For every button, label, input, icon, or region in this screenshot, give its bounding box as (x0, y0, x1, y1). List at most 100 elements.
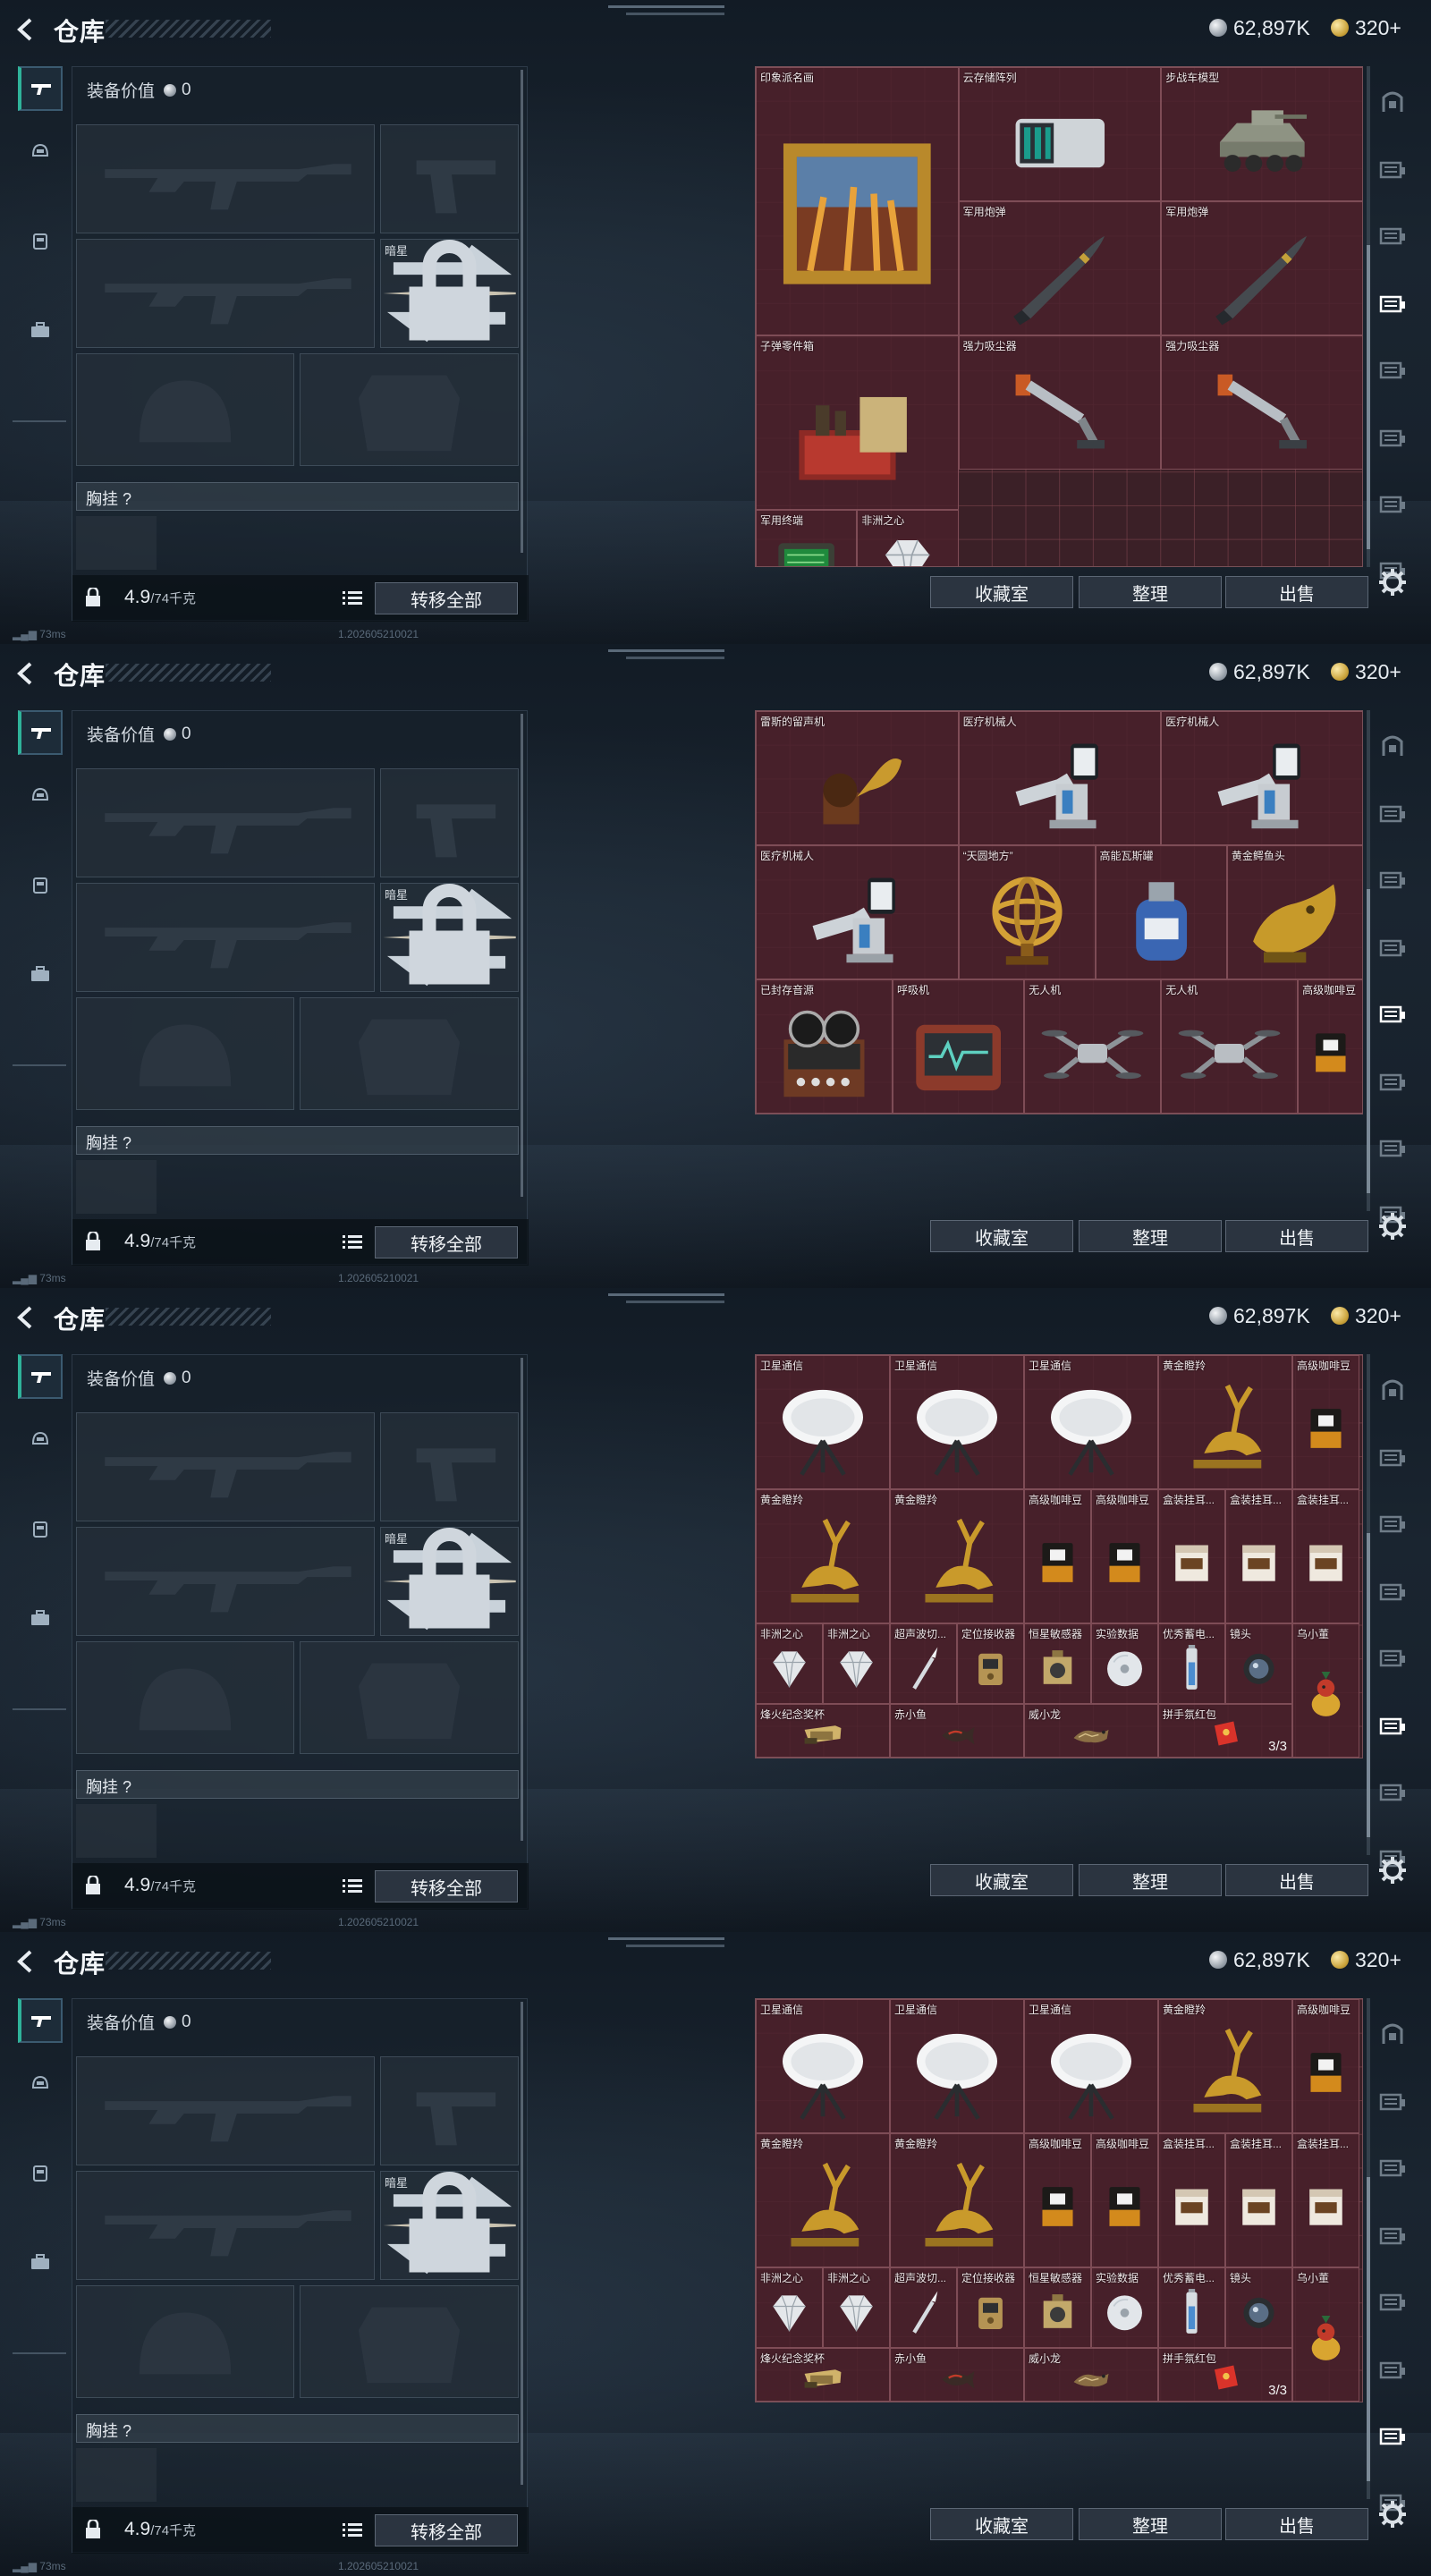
stash-item[interactable]: 子弹零件箱 (756, 335, 959, 510)
pistol-slot[interactable] (380, 1412, 519, 1521)
stash-item[interactable]: 实验数据 (1091, 2267, 1158, 2348)
stash-item[interactable]: 医疗机械人 (756, 845, 959, 979)
secondary-weapon-slot[interactable] (76, 2171, 375, 2280)
nav-weapons[interactable] (18, 1354, 63, 1399)
stash-tab-5[interactable] (1374, 2284, 1411, 2322)
gold-currency[interactable]: 320+ (1331, 14, 1401, 41)
stash-item[interactable]: 盒装挂耳... (1292, 1489, 1359, 1623)
silver-currency[interactable]: 62,897K (1209, 14, 1310, 41)
helmet-slot[interactable] (76, 2285, 294, 2398)
stash-item[interactable]: 拼手氛红包 3/3 (1158, 1704, 1292, 1758)
nav-case[interactable] (18, 308, 63, 352)
silver-currency[interactable]: 62,897K (1209, 1302, 1310, 1329)
stash-item[interactable]: 盒装挂耳... (1158, 2133, 1225, 2267)
stash-tab-1[interactable] (1374, 1370, 1411, 1408)
stash-item[interactable]: 黄金瞪羚 (756, 1489, 890, 1623)
nav-case[interactable] (18, 952, 63, 996)
stash-item[interactable]: 非洲之心 (756, 2267, 823, 2348)
list-icon[interactable] (343, 1878, 362, 1894)
pistol-slot[interactable] (380, 124, 519, 233)
collection-room-button[interactable]: 收藏室 (930, 1220, 1073, 1252)
stash-item[interactable]: 强力吸尘器 (958, 335, 1162, 470)
stash-item[interactable]: 高能瓦斯罐 (1095, 845, 1227, 979)
stash-tab-3[interactable] (1374, 218, 1411, 256)
stash-tab-4[interactable] (1374, 1574, 1411, 1612)
helmet-slot[interactable] (76, 997, 294, 1110)
list-icon[interactable] (343, 590, 362, 606)
scroll-thumb[interactable] (1367, 2177, 1370, 2481)
collection-room-button[interactable]: 收藏室 (930, 576, 1073, 608)
transfer-all-button[interactable]: 转移全部 (375, 582, 518, 614)
stash-item[interactable]: 卫星通信 (756, 1999, 890, 2133)
list-icon[interactable] (343, 1234, 362, 1250)
stash-tab-2[interactable] (1374, 2084, 1411, 2122)
stash-item[interactable]: 实验数据 (1091, 1623, 1158, 1704)
equipment-scrollbar[interactable] (521, 714, 523, 1197)
stash-item[interactable]: 卫星通信 (756, 1355, 890, 1489)
stash-tab-6[interactable] (1374, 1064, 1411, 1102)
silver-currency[interactable]: 62,897K (1209, 1946, 1310, 1973)
stash-item[interactable]: 已封存音源 (756, 979, 893, 1114)
stash-scrollbar[interactable] (1367, 1998, 1370, 2499)
pistol-slot[interactable] (380, 2056, 519, 2165)
sell-button[interactable]: 出售 (1225, 576, 1368, 608)
stash-item[interactable]: 无人机 (1161, 979, 1299, 1114)
sell-button[interactable]: 出售 (1225, 2508, 1368, 2540)
nav-backpack[interactable] (18, 2150, 63, 2195)
stash-tab-3[interactable] (1374, 2150, 1411, 2188)
chest-rig-cell[interactable] (76, 516, 157, 570)
sort-button[interactable]: 整理 (1079, 1220, 1222, 1252)
stash-tab-7[interactable] (1374, 1775, 1411, 1812)
scroll-thumb[interactable] (1367, 889, 1370, 1193)
stash-item[interactable]: 高级咖啡豆 (1292, 1355, 1359, 1489)
stash-item[interactable]: 优秀蓄电... (1158, 1623, 1225, 1704)
stash-item[interactable]: 超声波切... (890, 2267, 957, 2348)
scroll-thumb[interactable] (1367, 245, 1370, 549)
lock-icon[interactable] (85, 1232, 101, 1251)
stash-tab-4[interactable] (1374, 2218, 1411, 2256)
stash-item[interactable]: 高级咖啡豆 (1298, 979, 1362, 1114)
stash-item[interactable]: 雷斯的留声机 (756, 711, 959, 845)
silver-currency[interactable]: 62,897K (1209, 658, 1310, 685)
stash-item[interactable]: 卫星通信 (1024, 1355, 1158, 1489)
stash-tab-6[interactable] (1374, 420, 1411, 458)
stash-item[interactable]: 黄金瞪羚 (1158, 1999, 1292, 2133)
stash-item[interactable]: 盒装挂耳... (1292, 2133, 1359, 2267)
stash-tab-2[interactable] (1374, 1440, 1411, 1478)
stash-item[interactable]: 高级咖啡豆 (1292, 1999, 1359, 2133)
stash-item[interactable]: 卫星通信 (890, 1999, 1024, 2133)
transfer-all-button[interactable]: 转移全部 (375, 1226, 518, 1258)
gold-currency[interactable]: 320+ (1331, 1302, 1401, 1329)
secondary-weapon-slot[interactable] (76, 239, 375, 348)
pistol-slot[interactable] (380, 768, 519, 877)
stash-item[interactable]: 定位接收器 (957, 1623, 1024, 1704)
stash-item[interactable]: 非洲之心 (756, 1623, 823, 1704)
stash-tab-1[interactable] (1374, 2014, 1411, 2052)
stash-item[interactable]: 云存储阵列 (958, 67, 1162, 201)
sell-button[interactable]: 出售 (1225, 1864, 1368, 1896)
stash-item[interactable]: 盒装挂耳... (1225, 1489, 1292, 1623)
helmet-slot[interactable] (76, 1641, 294, 1754)
helmet-slot[interactable] (76, 353, 294, 466)
gear-icon[interactable] (1377, 1211, 1408, 1241)
stash-item[interactable]: 高级咖啡豆 (1091, 1489, 1158, 1623)
nav-backpack[interactable] (18, 1506, 63, 1551)
stash-item[interactable]: 非洲之心 (823, 1623, 890, 1704)
stash-item[interactable]: 军用终端 (756, 510, 858, 566)
stash-item[interactable]: 卫星通信 (890, 1355, 1024, 1489)
stash-item[interactable]: 医疗机械人 (1161, 711, 1362, 845)
melee-slot[interactable]: 暗星 (380, 239, 519, 348)
stash-item[interactable]: 定位接收器 (957, 2267, 1024, 2348)
gold-currency[interactable]: 320+ (1331, 1946, 1401, 1973)
stash-item[interactable]: 超声波切... (890, 1623, 957, 1704)
nav-weapons[interactable] (18, 1998, 63, 2043)
stash-tab-2[interactable] (1374, 152, 1411, 190)
melee-slot[interactable]: 暗星 (380, 883, 519, 992)
stash-item[interactable]: 烽火纪念奖杯 (756, 1704, 890, 1758)
nav-weapons[interactable] (18, 710, 63, 755)
stash-item[interactable]: 军用炮弹 (958, 201, 1162, 335)
stash-item[interactable]: 步战车模型 (1161, 67, 1362, 201)
stash-tab-6[interactable] (1374, 2352, 1411, 2390)
stash-tab-5[interactable] (1374, 352, 1411, 390)
nav-armor[interactable] (18, 773, 63, 818)
